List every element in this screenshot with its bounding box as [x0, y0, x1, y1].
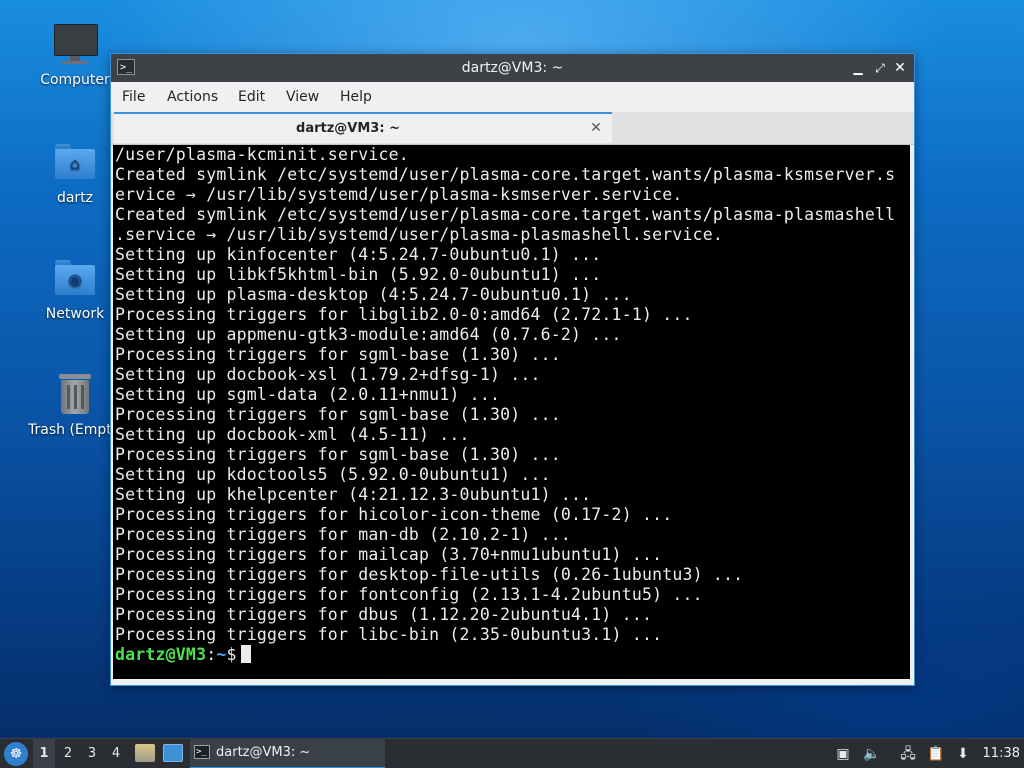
terminal-line: Processing triggers for man-db (2.10.2-1…: [115, 525, 572, 544]
terminal-window: >_ dartz@VM3: ~ ▁ ⤢ ✕ File Actions Edit …: [110, 53, 915, 686]
terminal-line: Created symlink /etc/systemd/user/plasma…: [115, 205, 896, 224]
tab-terminal[interactable]: dartz@VM3: ~ ✕: [114, 112, 612, 143]
terminal-line: Created symlink /etc/systemd/user/plasma…: [115, 165, 896, 184]
close-tab-icon[interactable]: ✕: [588, 120, 604, 136]
terminal-line: Processing triggers for fontconfig (2.13…: [115, 585, 703, 604]
taskbar-item-terminal[interactable]: >_ dartz@VM3: ~: [190, 739, 385, 768]
terminal-line: Setting up appmenu-gtk3-module:amd64 (0.…: [115, 325, 622, 344]
terminal-line: Setting up khelpcenter (4:21.12.3-0ubunt…: [115, 485, 592, 504]
terminal-line: /user/plasma-kcminit.service.: [115, 145, 409, 164]
text-cursor: [240, 645, 251, 663]
desktop-switch-2[interactable]: 2: [57, 739, 79, 768]
volume-icon[interactable]: 🔈: [862, 744, 882, 764]
prompt-colon: :: [206, 645, 217, 664]
clock[interactable]: 11:38: [983, 739, 1020, 768]
desktop-switch-1[interactable]: 1: [33, 739, 55, 768]
close-button[interactable]: ✕: [890, 58, 910, 78]
computer-icon: [53, 22, 98, 66]
prompt-symbol: $: [226, 645, 237, 664]
menu-help[interactable]: Help: [340, 82, 372, 112]
terminal-line: Setting up kinfocenter (4:5.24.7-0ubuntu…: [115, 245, 602, 264]
minimize-button[interactable]: ▁: [848, 58, 868, 78]
clipboard-icon[interactable]: 📋: [926, 744, 946, 764]
terminal-line: Setting up kdoctools5 (5.92.0-0ubuntu1) …: [115, 465, 551, 484]
desktop-icon-trash[interactable]: Trash (Empty): [14, 372, 124, 438]
home-folder-icon: ⌂: [53, 140, 97, 184]
terminal-line: Setting up sgml-data (2.0.11+nmu1) ...: [115, 385, 501, 404]
show-desktop-icon[interactable]: [163, 744, 183, 762]
terminal-lines: /user/plasma-kcminit.service. Created sym…: [115, 145, 895, 665]
taskbar: ☸ 1 2 3 4 >_ dartz@VM3: ~ ▣ 🔈 🖧 📋 ⬇ 11:3…: [0, 738, 1024, 768]
terminal-line: Processing triggers for sgml-base (1.30)…: [115, 405, 561, 424]
terminal-line: Processing triggers for sgml-base (1.30)…: [115, 345, 561, 364]
terminal-output[interactable]: /user/plasma-kcminit.service. Created sym…: [113, 145, 910, 679]
taskbar-item-label: dartz@VM3: ~: [216, 745, 311, 760]
network-folder-icon: ◉: [53, 256, 97, 300]
update-notifier-icon[interactable]: ⬇: [953, 744, 973, 764]
terminal-line: Processing triggers for desktop-file-uti…: [115, 565, 744, 584]
terminal-line: Processing triggers for dbus (1.12.20-2u…: [115, 605, 653, 624]
menu-file[interactable]: File: [122, 82, 145, 112]
desktop: Computer ⌂ dartz ◉ Network Trash (Empty)…: [0, 0, 1024, 738]
tab-label: dartz@VM3: ~: [296, 121, 400, 136]
window-titlebar[interactable]: >_ dartz@VM3: ~ ▁ ⤢ ✕: [111, 54, 914, 82]
menu-actions[interactable]: Actions: [167, 82, 218, 112]
terminal-line: Processing triggers for libglib2.0-0:amd…: [115, 305, 693, 324]
prompt-user-host: dartz@VM3: [115, 645, 207, 664]
menu-view[interactable]: View: [286, 82, 319, 112]
terminal-line: .service → /usr/lib/systemd/user/plasma-…: [115, 225, 724, 244]
terminal-line: Processing triggers for mailcap (3.70+nm…: [115, 545, 663, 564]
terminal-line: Setting up libkf5khtml-bin (5.92.0-0ubun…: [115, 265, 602, 284]
file-manager-icon[interactable]: [135, 744, 155, 762]
menu-edit[interactable]: Edit: [238, 82, 265, 112]
maximize-button[interactable]: ⤢: [870, 58, 890, 78]
prompt-path: ~: [216, 645, 227, 664]
trash-icon: [53, 372, 97, 416]
terminal-line: Setting up docbook-xml (4.5-11) ...: [115, 425, 470, 444]
desktop-icon-label: Trash (Empty): [28, 422, 124, 438]
application-menu-icon[interactable]: ☸: [4, 742, 28, 766]
tab-bar: dartz@VM3: ~ ✕: [111, 112, 914, 145]
terminal-line: Setting up docbook-xsl (1.79.2+dfsg-1) .…: [115, 365, 541, 384]
terminal-line: Processing triggers for sgml-base (1.30)…: [115, 445, 561, 464]
menu-bar: File Actions Edit View Help: [111, 82, 914, 112]
network-icon[interactable]: 🖧: [898, 744, 918, 764]
desktop-switch-4[interactable]: 4: [105, 739, 127, 768]
terminal-line: ervice → /usr/lib/systemd/user/plasma-ks…: [115, 185, 683, 204]
terminal-app-icon: >_: [194, 745, 210, 759]
notifications-icon[interactable]: ▣: [833, 744, 853, 764]
prompt-line[interactable]: dartz@VM3:~$: [115, 645, 895, 665]
desktop-switch-3[interactable]: 3: [81, 739, 103, 768]
terminal-line: Processing triggers for libc-bin (2.35-0…: [115, 625, 663, 644]
terminal-line: Setting up plasma-desktop (4:5.24.7-0ubu…: [115, 285, 632, 304]
window-title: dartz@VM3: ~: [461, 60, 564, 76]
terminal-line: Processing triggers for hicolor-icon-the…: [115, 505, 673, 524]
